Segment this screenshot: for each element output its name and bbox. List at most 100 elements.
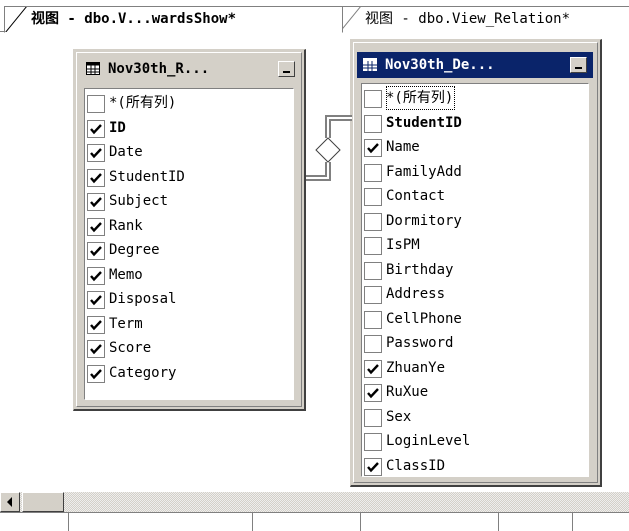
column-row[interactable]: IsPM [362, 233, 588, 257]
query-designer: 视图 - dbo.View_Relation* 视图 - dbo.V...war… [0, 0, 629, 531]
column-row[interactable]: ClassID [362, 454, 588, 477]
tab-slant-icon [5, 7, 29, 32]
minimize-icon[interactable] [278, 61, 295, 77]
column-row[interactable]: Dormitory [362, 209, 588, 233]
column-row[interactable]: LoginLevel [362, 429, 588, 453]
column-row[interactable]: Subject [85, 189, 293, 213]
minimize-icon[interactable] [570, 57, 587, 73]
column-row[interactable]: Date [85, 140, 293, 164]
column-name: Term [109, 315, 143, 332]
column-checkbox[interactable] [364, 114, 382, 133]
column-checkbox[interactable] [364, 139, 382, 157]
column-row[interactable]: Sex [362, 405, 588, 429]
column-checkbox[interactable] [364, 163, 382, 182]
checkmark-icon [90, 246, 102, 257]
column-row[interactable]: Degree [85, 238, 293, 262]
column-row[interactable]: StudentID [362, 111, 588, 135]
tab-view-wards-show[interactable]: 视图 - dbo.V...wardsShow* [4, 6, 343, 33]
join-diamond-icon[interactable] [300, 110, 360, 190]
column-name: Memo [109, 266, 143, 283]
column-name: ZhuanYe [386, 359, 446, 376]
column-row[interactable]: *(所有列) [85, 91, 293, 115]
column-checkbox[interactable] [87, 119, 105, 138]
column-row[interactable]: Disposal [85, 287, 293, 311]
column-name: ClassID [386, 457, 446, 474]
arrow-left-icon[interactable] [0, 492, 20, 512]
checkmark-icon [90, 270, 102, 281]
checkmark-icon [367, 388, 379, 399]
table-title: Nov30th_De... [385, 57, 495, 73]
table-box-left[interactable]: Nov30th_R... *(所有列) ID Date StudentID Subjec… [73, 49, 306, 411]
column-checkbox[interactable] [364, 286, 382, 304]
column-row[interactable]: *(所有列) [362, 86, 588, 110]
checkmark-icon [90, 319, 102, 330]
grid-column-divider [498, 513, 499, 531]
column-checkbox[interactable] [364, 359, 382, 378]
column-checkbox[interactable] [364, 335, 382, 353]
document-tab-strip: 视图 - dbo.View_Relation* 视图 - dbo.V...war… [0, 0, 629, 33]
checkmark-icon [90, 295, 102, 306]
column-checkbox[interactable] [87, 144, 105, 162]
column-row[interactable]: Rank [85, 214, 293, 238]
column-checkbox[interactable] [87, 340, 105, 358]
column-checkbox[interactable] [364, 237, 382, 255]
column-checkbox[interactable] [87, 266, 105, 285]
column-checkbox[interactable] [87, 193, 105, 211]
column-row[interactable]: CellPhone [362, 307, 588, 331]
horizontal-scrollbar[interactable] [0, 492, 629, 512]
column-checkbox[interactable] [87, 217, 105, 236]
column-name: Birthday [386, 261, 454, 278]
column-checkbox[interactable] [87, 95, 105, 113]
column-row[interactable]: Password [362, 331, 588, 355]
column-name: StudentID [109, 168, 185, 185]
table-title-bar[interactable]: Nov30th_R... [80, 56, 297, 82]
column-row[interactable]: Address [362, 282, 588, 306]
column-checkbox[interactable] [364, 90, 382, 108]
criteria-grid-header [0, 512, 629, 531]
table-title-bar[interactable]: Nov30th_De... [357, 52, 593, 78]
column-checkbox[interactable] [87, 242, 105, 260]
column-name: Password [386, 335, 454, 351]
arrow-left-glyph [7, 497, 12, 507]
column-checkbox[interactable] [364, 188, 382, 206]
table-grid-icon [363, 58, 377, 71]
column-list: *(所有列) ID Date StudentID Subject Rank Degree Me… [84, 88, 294, 400]
column-checkbox[interactable] [364, 457, 382, 476]
column-row[interactable]: ID [85, 116, 293, 140]
tab-view-relation[interactable]: 视图 - dbo.View_Relation* [338, 6, 629, 32]
column-checkbox[interactable] [364, 408, 382, 427]
tab-label: 视图 - dbo.View_Relation* [365, 11, 571, 27]
column-row[interactable]: StudentID [85, 165, 293, 189]
column-checkbox[interactable] [364, 212, 382, 231]
column-row[interactable]: FamilyAdd [362, 160, 588, 184]
column-row[interactable]: Contact [362, 184, 588, 208]
scroll-thumb[interactable] [22, 492, 64, 512]
column-checkbox[interactable] [364, 384, 382, 402]
column-row[interactable]: Birthday [362, 258, 588, 282]
column-checkbox[interactable] [87, 168, 105, 187]
column-checkbox[interactable] [364, 433, 382, 451]
table-box-right[interactable]: Nov30th_De... *(所有列) StudentID Name FamilyA… [350, 39, 602, 487]
column-checkbox[interactable] [364, 261, 382, 280]
column-name: *(所有列) [386, 86, 456, 110]
column-row[interactable]: Category [85, 361, 293, 385]
column-name: Disposal [109, 291, 177, 307]
column-name: LoginLevel [386, 433, 471, 449]
column-list: *(所有列) StudentID Name FamilyAdd Contact Dormi… [361, 83, 589, 477]
column-row[interactable]: Score [85, 336, 293, 360]
column-checkbox[interactable] [364, 310, 382, 329]
grid-column-divider [252, 513, 253, 531]
column-checkbox[interactable] [87, 364, 105, 383]
table-grid-icon [86, 62, 100, 75]
column-row[interactable]: Memo [85, 263, 293, 287]
column-checkbox[interactable] [87, 291, 105, 309]
column-name: Rank [109, 217, 143, 234]
checkmark-icon [367, 363, 379, 374]
column-checkbox[interactable] [87, 315, 105, 334]
column-row[interactable]: ZhuanYe [362, 356, 588, 380]
column-row[interactable]: Term [85, 312, 293, 336]
column-name: Address [386, 286, 446, 302]
column-row[interactable]: RuXue [362, 380, 588, 404]
checkmark-icon [367, 461, 379, 472]
column-row[interactable]: Name [362, 135, 588, 159]
